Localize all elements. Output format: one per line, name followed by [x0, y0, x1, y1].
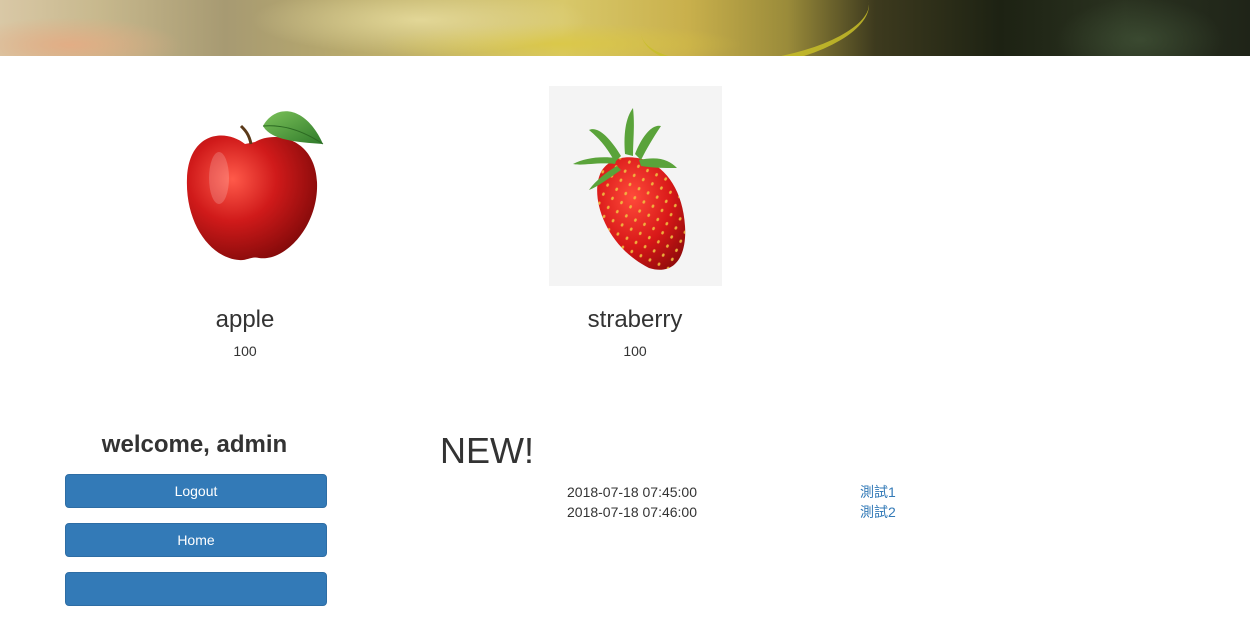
welcome-heading: welcome, admin: [101, 431, 288, 458]
home-button[interactable]: Home: [65, 523, 327, 557]
news-link[interactable]: 測試2: [860, 502, 896, 522]
product-card-apple: apple 100: [50, 86, 440, 359]
apple-image[interactable]: [159, 86, 332, 286]
user-sidebar: welcome, admin Logout Home: [65, 430, 327, 621]
sidebar-button-3[interactable]: [65, 572, 327, 606]
news-link[interactable]: 測試1: [860, 482, 896, 502]
product-price: 100: [623, 343, 647, 359]
logout-button[interactable]: Logout: [65, 474, 327, 508]
news-date: 2018-07-18 07:46:00: [567, 504, 697, 520]
product-name[interactable]: straberry: [440, 306, 830, 334]
news-date: 2018-07-18 07:45:00: [567, 484, 697, 500]
news-title: NEW!: [440, 430, 534, 471]
header-banner: [0, 0, 1250, 56]
strawberry-image[interactable]: [548, 86, 722, 286]
product-name[interactable]: apple: [50, 306, 440, 334]
product-card-strawberry: straberry 100: [440, 86, 830, 359]
product-price: 100: [233, 343, 257, 359]
